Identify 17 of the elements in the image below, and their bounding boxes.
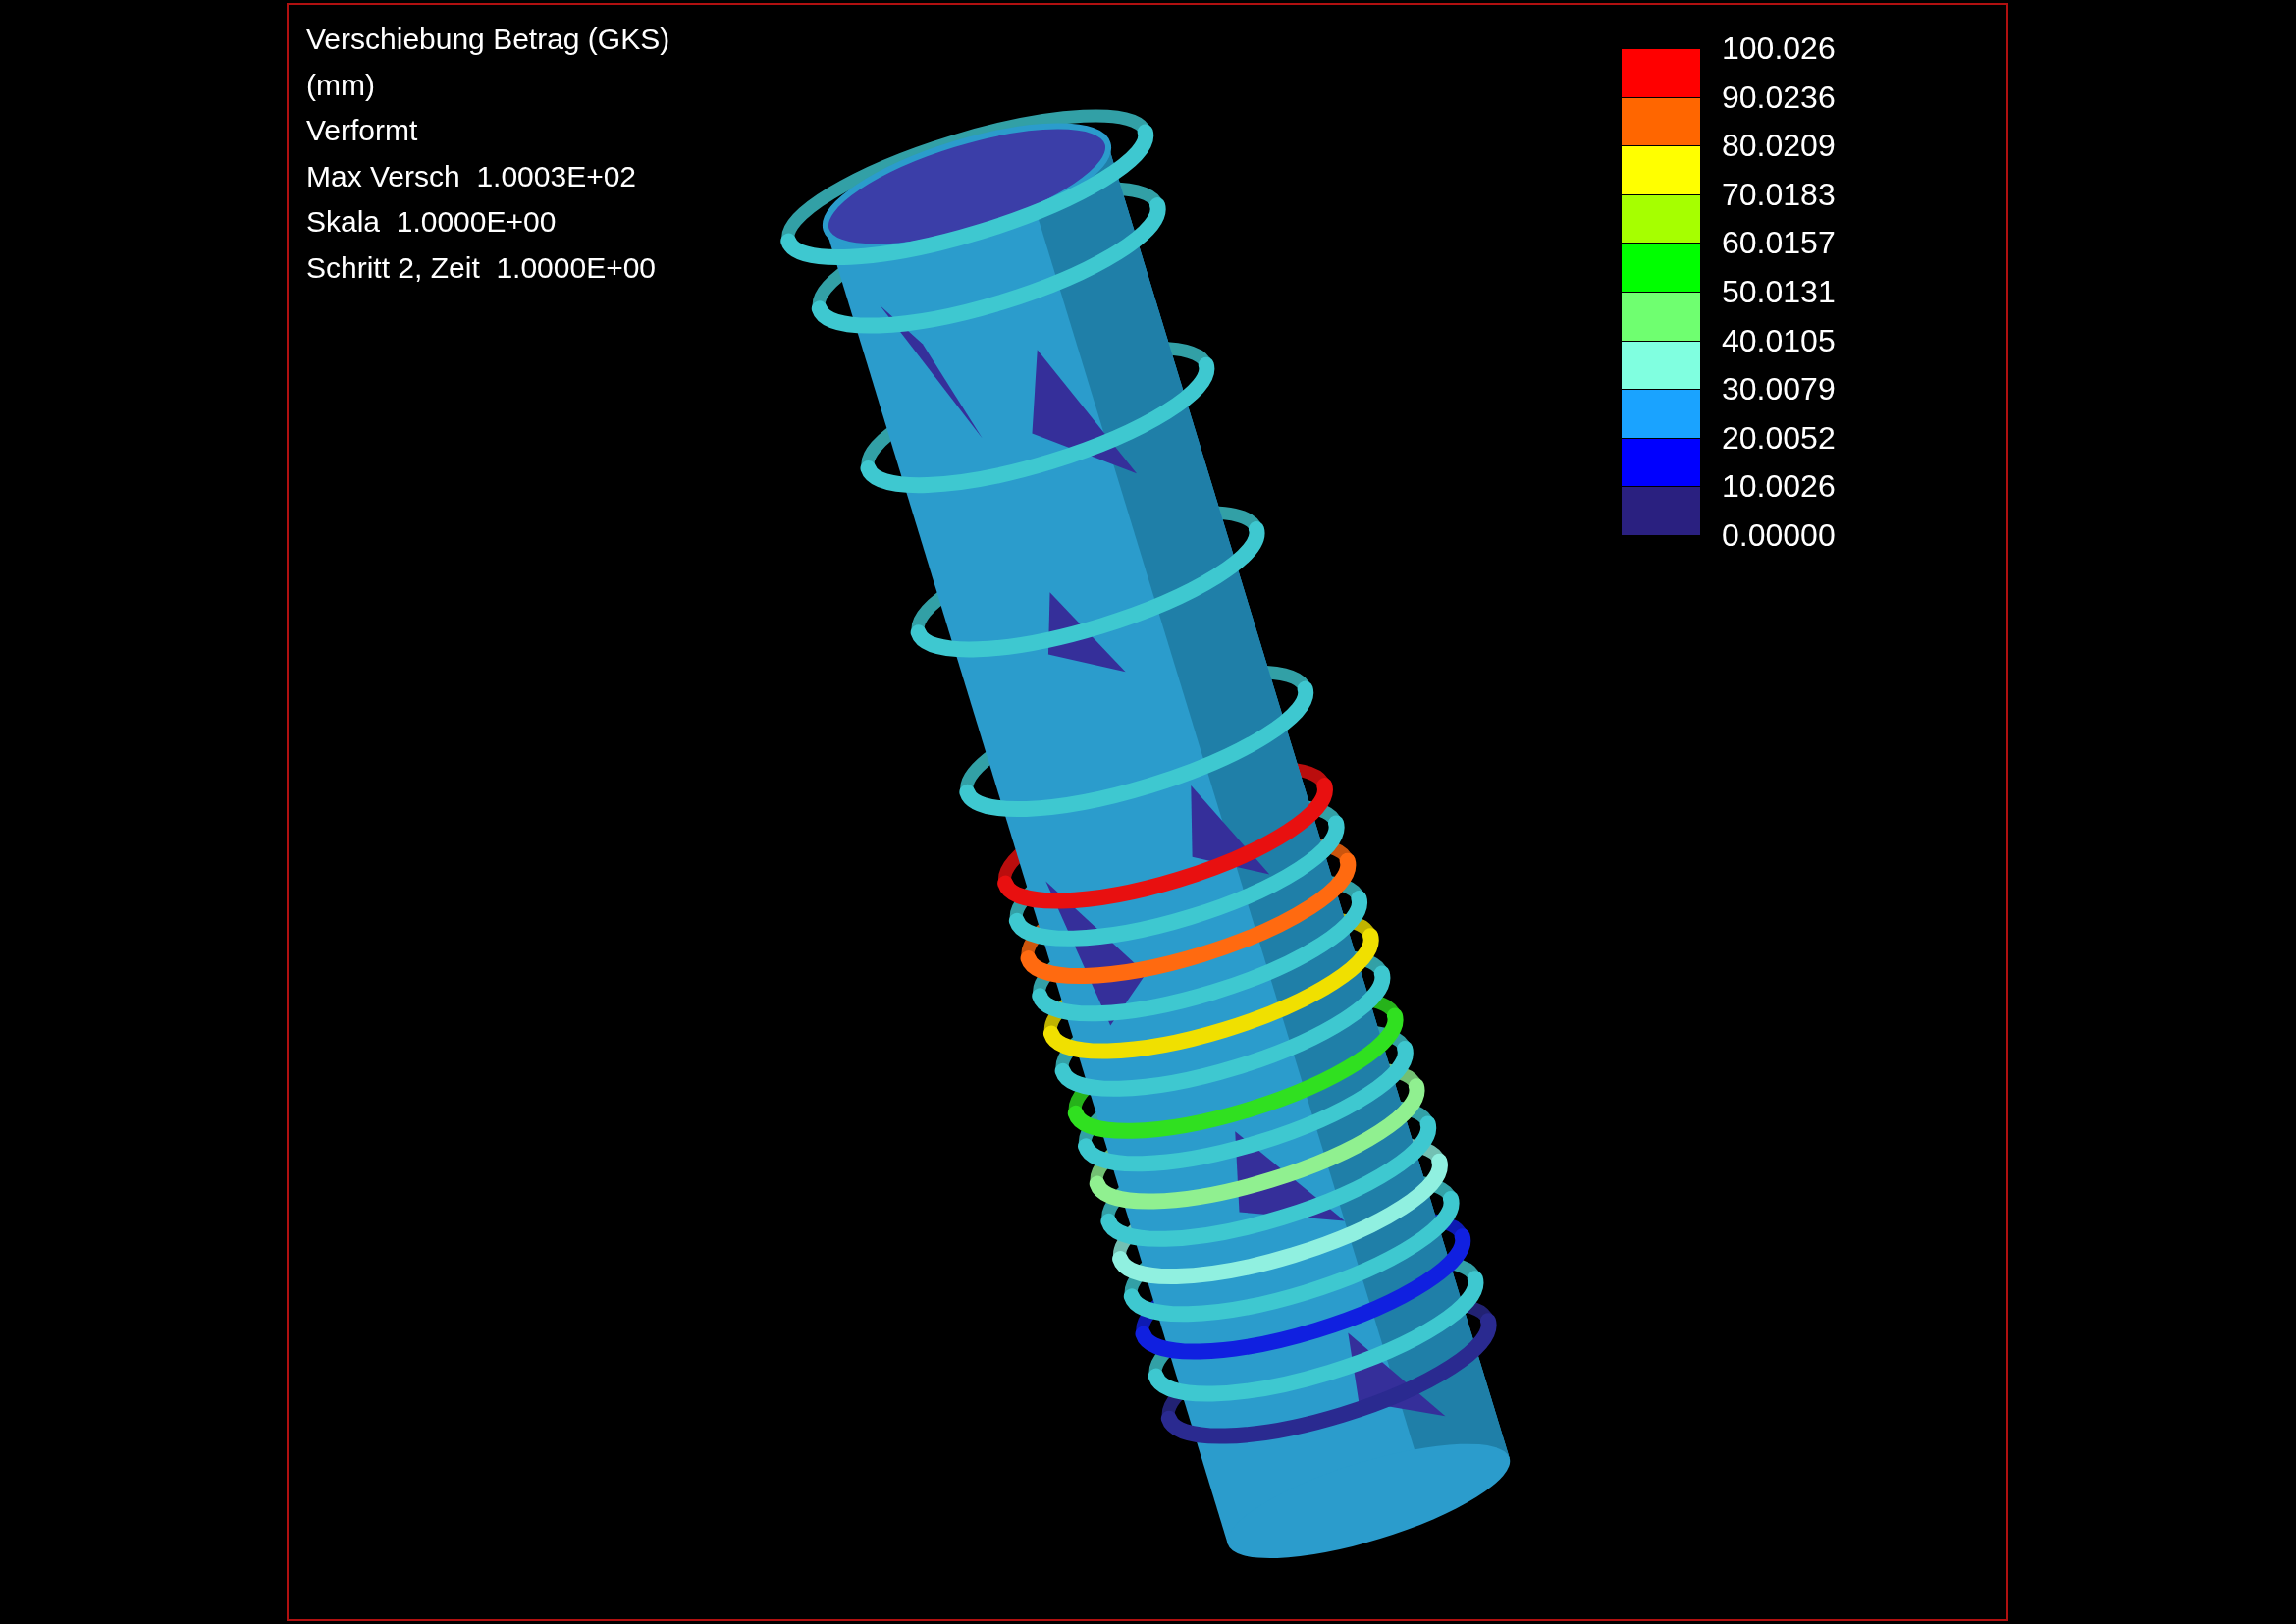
legend-value: 100.026 <box>1722 29 1836 68</box>
result-info-text: Verschiebung Betrag (GKS) <box>306 22 670 57</box>
result-info-text: Skala 1.0000E+00 <box>306 204 557 240</box>
legend-value: 0.00000 <box>1722 515 1836 555</box>
legend-value: 30.0079 <box>1722 370 1836 409</box>
legend-value: 40.0105 <box>1722 321 1836 360</box>
result-info-text: (mm) <box>306 67 375 103</box>
legend-value: 20.0052 <box>1722 418 1836 458</box>
result-info-text: Schritt 2, Zeit 1.0000E+00 <box>306 249 657 286</box>
legend-value: 10.0026 <box>1722 467 1836 507</box>
legend-value: 70.0183 <box>1722 175 1836 214</box>
result-info-text: Verformt <box>306 113 418 148</box>
result-info-text: Max Versch 1.0003E+02 <box>306 158 637 194</box>
legend-value: 90.0236 <box>1722 78 1836 117</box>
legend-value: 50.0131 <box>1722 272 1836 311</box>
legend-value: 80.0209 <box>1722 127 1836 166</box>
legend-value: 60.0157 <box>1722 224 1836 263</box>
